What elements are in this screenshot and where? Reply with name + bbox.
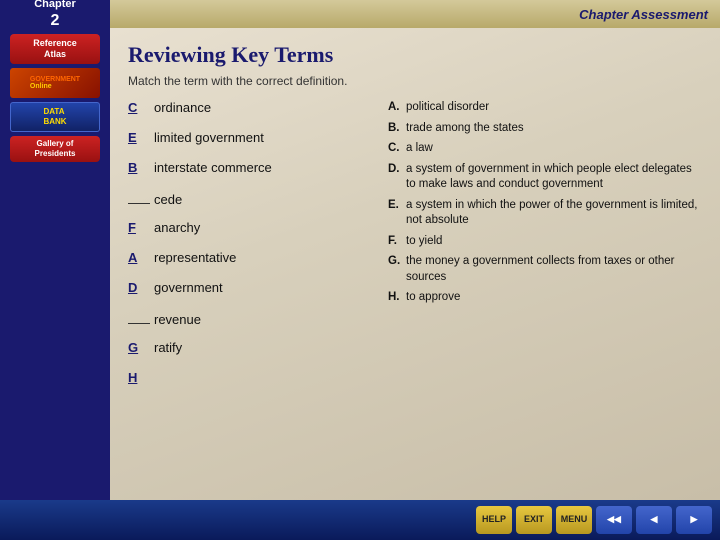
term-row-2: E limited government xyxy=(128,130,368,154)
term-row-9: G ratify xyxy=(128,340,368,364)
next-icon: ▶ xyxy=(691,515,698,525)
term-blank-9: G xyxy=(128,340,150,355)
sidebar-item-reference-atlas[interactable]: ReferenceAtlas xyxy=(10,34,100,64)
term-blank-5: F xyxy=(128,220,150,235)
term-row-10: H xyxy=(128,370,368,394)
term-row-6: A representative xyxy=(128,250,368,274)
def-row-g: G. the money a government collects from … xyxy=(388,254,702,285)
term-row-7: D government xyxy=(128,280,368,304)
term-text-4: cede xyxy=(154,192,182,207)
def-row-d: D. a system of government in which peopl… xyxy=(388,162,702,193)
prev-back-icon: ◀◀ xyxy=(607,515,621,525)
term-blank-7: D xyxy=(128,280,150,295)
terms-column: C ordinance E limited government B inter… xyxy=(128,100,368,400)
menu-button[interactable]: MENU xyxy=(556,506,592,534)
def-text-d: a system of government in which people e… xyxy=(406,162,702,193)
chapter-assessment-bar: Chapter Assessment xyxy=(110,0,720,28)
sidebar-item-government-online[interactable]: GOVERNMENTOnline xyxy=(10,68,100,98)
term-blank-1: C xyxy=(128,100,150,115)
def-letter-d: D. xyxy=(388,162,406,193)
term-row-3: B interstate commerce xyxy=(128,160,368,184)
term-text-2: limited government xyxy=(154,130,264,145)
term-text-5: anarchy xyxy=(154,220,200,235)
term-text-6: representative xyxy=(154,250,236,265)
term-row-8: revenue xyxy=(128,310,368,334)
sidebar-item-data-bank[interactable]: DATABANK xyxy=(10,102,100,132)
defs-column: A. political disorder B. trade among the… xyxy=(388,100,702,400)
term-blank-3: B xyxy=(128,160,150,175)
page-title: Reviewing Key Terms xyxy=(128,42,702,68)
sidebar-label-reference-atlas: ReferenceAtlas xyxy=(33,38,77,59)
term-blank-4 xyxy=(128,190,150,204)
def-letter-a: A. xyxy=(388,100,406,116)
instruction: Match the term with the correct definiti… xyxy=(128,74,702,88)
def-row-h: H. to approve xyxy=(388,290,702,306)
content-columns: C ordinance E limited government B inter… xyxy=(128,100,702,400)
main-content: Reviewing Key Terms Match the term with … xyxy=(110,28,720,500)
exit-button[interactable]: EXIT xyxy=(516,506,552,534)
term-blank-10: H xyxy=(128,370,150,385)
term-text-3: interstate commerce xyxy=(154,160,272,175)
term-text-1: ordinance xyxy=(154,100,211,115)
help-button[interactable]: HELP xyxy=(476,506,512,534)
def-text-e: a system in which the power of the gover… xyxy=(406,198,702,229)
bottom-nav-bar: HELP EXIT MENU ◀◀ ◀ ▶ xyxy=(0,500,720,540)
prev-button[interactable]: ◀ xyxy=(636,506,672,534)
sidebar-label-government-online: GOVERNMENTOnline xyxy=(30,76,80,90)
term-row-5: F anarchy xyxy=(128,220,368,244)
sidebar-label-gallery: Gallery ofPresidents xyxy=(35,139,76,158)
def-letter-c: C. xyxy=(388,141,406,157)
chapter-tab: Chapter 2 xyxy=(0,0,110,28)
term-blank-6: A xyxy=(128,250,150,265)
def-row-c: C. a law xyxy=(388,141,702,157)
sidebar: ReferenceAtlas GOVERNMENTOnline DATABANK… xyxy=(0,28,110,500)
term-text-9: ratify xyxy=(154,340,182,355)
menu-label: MENU xyxy=(561,515,588,525)
term-row-1: C ordinance xyxy=(128,100,368,124)
assessment-label: Chapter Assessment xyxy=(579,7,708,22)
def-text-c: a law xyxy=(406,141,702,157)
def-text-a: political disorder xyxy=(406,100,702,116)
def-text-h: to approve xyxy=(406,290,702,306)
def-text-f: to yield xyxy=(406,234,702,250)
exit-label: EXIT xyxy=(524,515,544,525)
def-letter-e: E. xyxy=(388,198,406,229)
chapter-label: Chapter xyxy=(34,0,76,11)
def-text-b: trade among the states xyxy=(406,121,702,137)
def-letter-g: G. xyxy=(388,254,406,285)
term-row-4: cede xyxy=(128,190,368,214)
term-text-7: government xyxy=(154,280,223,295)
sidebar-label-data-bank: DATABANK xyxy=(43,107,66,126)
term-text-8: revenue xyxy=(154,312,201,327)
def-row-a: A. political disorder xyxy=(388,100,702,116)
top-bar: Chapter 2 Chapter Assessment xyxy=(0,0,720,28)
prev-icon: ◀ xyxy=(651,515,658,525)
term-blank-8 xyxy=(128,310,150,324)
def-letter-h: H. xyxy=(388,290,406,306)
help-label: HELP xyxy=(482,515,506,525)
next-button[interactable]: ▶ xyxy=(676,506,712,534)
def-letter-b: B. xyxy=(388,121,406,137)
def-text-g: the money a government collects from tax… xyxy=(406,254,702,285)
term-blank-2: E xyxy=(128,130,150,145)
sidebar-item-gallery-of-presidents[interactable]: Gallery ofPresidents xyxy=(10,136,100,163)
def-letter-f: F. xyxy=(388,234,406,250)
def-row-b: B. trade among the states xyxy=(388,121,702,137)
prev-back-button[interactable]: ◀◀ xyxy=(596,506,632,534)
def-row-e: E. a system in which the power of the go… xyxy=(388,198,702,229)
def-row-f: F. to yield xyxy=(388,234,702,250)
